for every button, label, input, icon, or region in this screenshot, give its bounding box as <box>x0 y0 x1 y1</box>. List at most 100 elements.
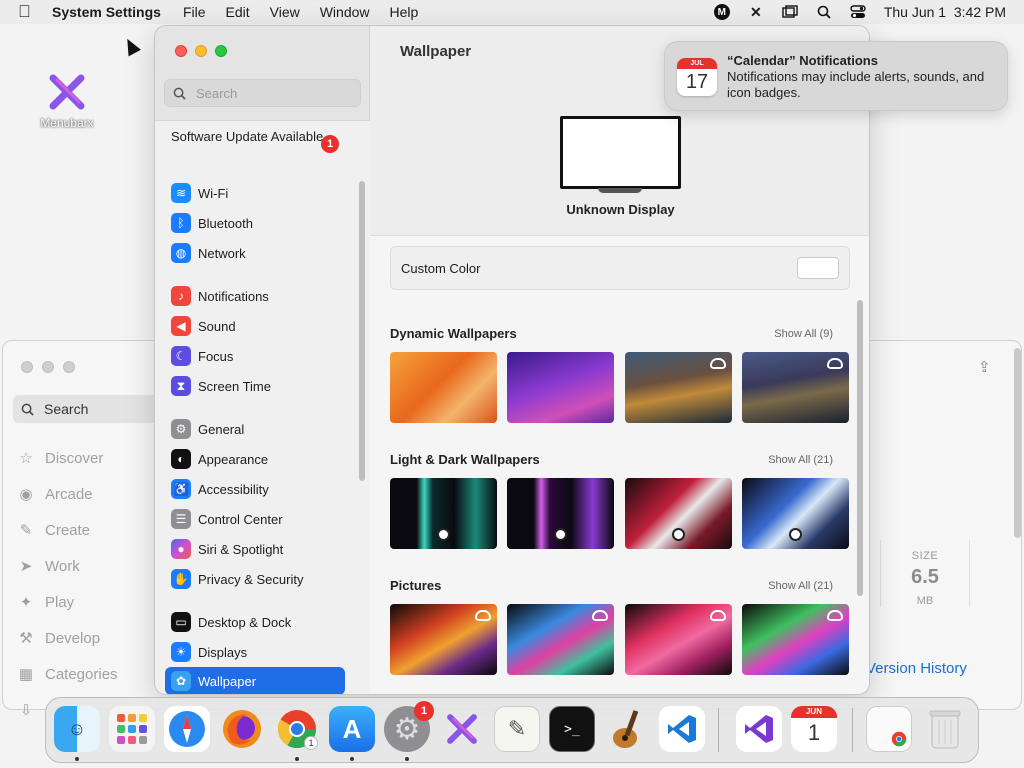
wallpaper-thumbnail[interactable] <box>742 604 849 675</box>
sidebar-scrollbar[interactable] <box>359 181 365 481</box>
downloads-stack-icon[interactable] <box>866 706 912 752</box>
download-icon: ⇩ <box>19 702 33 719</box>
terminal-icon[interactable]: >_ <box>549 706 595 752</box>
wallpaper-thumbnail[interactable] <box>625 478 732 549</box>
x-status-icon[interactable]: ✕ <box>748 4 764 20</box>
app-store-scrollbar[interactable] <box>1014 348 1021 538</box>
sidebar-search-input[interactable]: Search <box>164 79 361 107</box>
sidebar-item-accessibility[interactable]: ♿ Accessibility <box>165 475 345 503</box>
wallpaper-thumbnail[interactable] <box>390 478 497 549</box>
sidebar-item-label: Appearance <box>198 451 269 467</box>
wallpaper-thumbnail[interactable] <box>507 478 614 549</box>
menu-window[interactable]: Window <box>320 4 370 20</box>
settings-badge: 1 <box>414 701 434 721</box>
show-all-dynamic[interactable]: Show All (9) <box>720 328 833 340</box>
nav-categories[interactable]: ▦ Categories <box>17 665 118 684</box>
wallpaper-thumbnail[interactable] <box>390 352 497 423</box>
close-button[interactable] <box>21 361 33 373</box>
firefox-icon[interactable] <box>219 706 265 752</box>
wifi-icon: ≋ <box>171 183 191 203</box>
control-center-icon[interactable] <box>850 4 866 20</box>
zoom-button[interactable] <box>63 361 75 373</box>
clock[interactable]: Thu Jun 1 3:42 PM <box>884 4 1006 20</box>
close-button[interactable] <box>175 45 187 57</box>
textedit-icon[interactable]: ✎ <box>494 706 540 752</box>
vscode-icon[interactable] <box>659 706 705 752</box>
show-all-pictures[interactable]: Show All (21) <box>720 580 833 592</box>
app-store-icon[interactable]: A <box>329 706 375 752</box>
wallpaper-thumbnail[interactable] <box>507 604 614 675</box>
menu-file[interactable]: File <box>183 4 206 20</box>
apple-menu-icon[interactable]:  <box>18 0 38 24</box>
sidebar-item-network[interactable]: ◍ Network <box>165 239 345 267</box>
hammer-icon: ⚒ <box>19 630 33 647</box>
nav-arcade[interactable]: ◉ Arcade <box>17 485 92 504</box>
nav-label: Play <box>45 593 75 611</box>
cloud-download-icon <box>710 610 726 621</box>
nav-label: Create <box>45 521 91 539</box>
sidebar-item-focus[interactable]: ☾ Focus <box>165 342 345 370</box>
share-icon[interactable]: ⇪ <box>978 358 991 376</box>
sidebar-item-general[interactable]: ⚙ General <box>165 415 345 443</box>
visual-studio-icon[interactable] <box>736 706 782 752</box>
running-indicator <box>405 757 409 761</box>
moon-icon: ☾ <box>171 346 191 366</box>
version-history-link[interactable]: Version History <box>866 660 967 677</box>
sidebar-item-siri-spotlight[interactable]: ● Siri & Spotlight <box>165 535 345 563</box>
finder-icon[interactable]: ☺ <box>54 706 100 752</box>
sidebar-item-wallpaper[interactable]: ✿ Wallpaper <box>165 667 345 694</box>
zoom-button[interactable] <box>215 45 227 57</box>
nav-play[interactable]: ✦ Play <box>17 593 75 612</box>
wallpaper-thumbnail[interactable] <box>742 352 849 423</box>
menu-view[interactable]: View <box>270 4 300 20</box>
sidebar-item-appearance[interactable]: ◐ Appearance <box>165 445 345 473</box>
minimize-button[interactable] <box>42 361 54 373</box>
sidebar-item-bluetooth[interactable]: ᛒ Bluetooth <box>165 209 345 237</box>
custom-color-row[interactable]: Custom Color <box>390 246 850 290</box>
nav-work[interactable]: ➤ Work <box>17 557 80 576</box>
nav-discover[interactable]: ☆ Discover <box>17 449 103 468</box>
sidebar-item-desktop-dock[interactable]: ▭ Desktop & Dock <box>165 608 345 636</box>
trash-icon[interactable] <box>922 706 968 752</box>
launchpad-icon[interactable] <box>109 706 155 752</box>
wallpaper-thumbnail[interactable] <box>742 478 849 549</box>
section-title-light-dark: Light & Dark Wallpapers <box>390 452 540 467</box>
grid-icon: ▦ <box>18 666 34 683</box>
safari-icon[interactable] <box>164 706 210 752</box>
nav-develop[interactable]: ⚒ Develop <box>17 629 100 648</box>
menu-edit[interactable]: Edit <box>226 4 250 20</box>
garageband-icon[interactable] <box>604 706 650 752</box>
nav-create[interactable]: ✎ Create <box>17 521 91 540</box>
wallpaper-thumbnail[interactable] <box>625 352 732 423</box>
sidebar-item-privacy-security[interactable]: ✋ Privacy & Security <box>165 565 345 593</box>
app-store-search[interactable]: Search <box>13 395 163 423</box>
spotlight-search-icon[interactable] <box>816 4 832 20</box>
wallpaper-thumbnail[interactable] <box>625 604 732 675</box>
sidebar-item-sound[interactable]: ◀ Sound <box>165 312 345 340</box>
menu-help[interactable]: Help <box>390 4 419 20</box>
windows-status-icon[interactable] <box>782 4 798 20</box>
menubarx-icon[interactable] <box>439 706 485 752</box>
desktop-icon-menubarx[interactable]: Menubarx <box>30 72 104 130</box>
light-dark-badge-icon <box>789 528 802 541</box>
app-menu[interactable]: System Settings <box>52 4 161 20</box>
wallpaper-thumbnail[interactable] <box>507 352 614 423</box>
dock-icon: ▭ <box>171 612 191 632</box>
sidebar-item-screen-time[interactable]: ⧗ Screen Time <box>165 372 345 400</box>
update-badge: 1 <box>321 135 339 153</box>
sidebar-item-control-center[interactable]: ☰ Control Center <box>165 505 345 533</box>
minimize-button[interactable] <box>195 45 207 57</box>
speaker-icon: ◀ <box>171 316 191 336</box>
wallpaper-thumbnail[interactable] <box>390 604 497 675</box>
nav-updates[interactable]: ⇩ <box>17 701 35 719</box>
calendar-notification[interactable]: JUL 17 “Calendar” Notifications Notifica… <box>664 41 1008 111</box>
sidebar-item-label: Notifications <box>198 288 269 304</box>
calendar-app-icon[interactable]: JUN 1 <box>791 706 837 752</box>
sidebar-item-wifi[interactable]: ≋ Wi-Fi <box>165 179 345 207</box>
color-swatch-button[interactable] <box>797 257 839 279</box>
show-all-light-dark[interactable]: Show All (21) <box>720 454 833 466</box>
m-status-icon[interactable]: M <box>713 4 730 20</box>
sidebar-item-notifications[interactable]: ♪ Notifications <box>165 282 345 310</box>
wallpaper-scrollbar[interactable] <box>857 300 863 596</box>
sidebar-item-displays[interactable]: ☀ Displays <box>165 638 345 666</box>
